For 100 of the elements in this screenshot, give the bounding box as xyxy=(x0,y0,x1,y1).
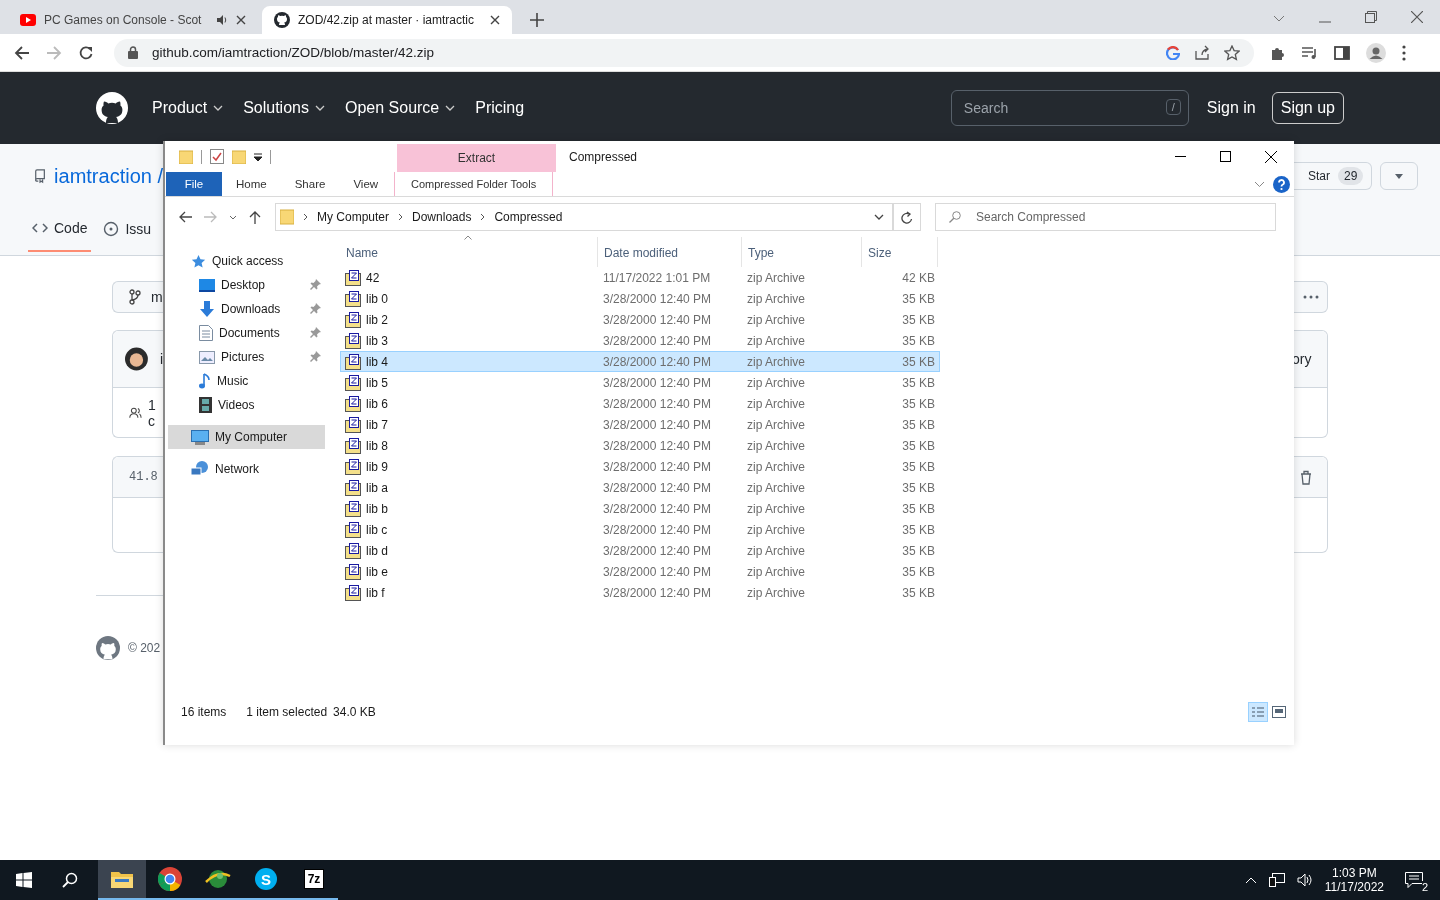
date-cell-text: 3/28/2000 12:40 PM xyxy=(602,375,713,390)
maximize-icon[interactable] xyxy=(1220,151,1231,162)
chevron-down-icon[interactable] xyxy=(229,214,237,220)
close-icon[interactable] xyxy=(490,15,500,25)
file-row[interactable]: lib 0 3/28/2000 12:40 PM zip Archive 35 KB xyxy=(340,288,940,309)
nav-item[interactable]: Pictures xyxy=(165,345,325,369)
back-icon[interactable] xyxy=(179,211,192,223)
close-icon[interactable] xyxy=(236,15,246,25)
restore-icon[interactable] xyxy=(1365,11,1377,23)
commit-author[interactable]: i xyxy=(159,351,163,367)
nav-item[interactable]: Music xyxy=(165,369,325,393)
address-field[interactable]: My Computer Downloads Compressed xyxy=(275,203,893,231)
menu-icon[interactable] xyxy=(1402,44,1406,61)
star-button[interactable]: Star 29 xyxy=(1292,162,1373,190)
pin-icon[interactable] xyxy=(310,279,321,290)
ribbon-tab[interactable]: Share xyxy=(280,172,340,196)
file-row[interactable]: lib 3 3/28/2000 12:40 PM zip Archive 35 KB xyxy=(340,330,940,351)
file-row[interactable]: 42 11/17/2022 1:01 PM zip Archive 42 KB xyxy=(340,267,940,288)
close-icon[interactable] xyxy=(1265,150,1277,163)
ribbon-tab[interactable]: Home xyxy=(222,172,281,196)
nav-link[interactable]: Pricing xyxy=(475,99,525,117)
caret-icon xyxy=(445,105,456,111)
notification-button[interactable]: 2 xyxy=(1394,860,1434,900)
breadcrumb[interactable]: Downloads xyxy=(412,210,472,224)
windows-start-icon[interactable] xyxy=(16,872,32,888)
github-logo-icon[interactable] xyxy=(96,92,128,124)
browser-tab[interactable]: ZOD/42.zip at master · iamtractic xyxy=(262,6,512,34)
media-list-icon[interactable] xyxy=(1302,45,1318,60)
large-icons-view-icon[interactable] xyxy=(1272,706,1286,718)
pin-icon[interactable] xyxy=(310,351,321,362)
help-icon[interactable] xyxy=(1273,175,1290,193)
column-header[interactable]: Name xyxy=(340,237,598,267)
star-icon[interactable] xyxy=(1224,44,1240,61)
file-row[interactable]: lib 6 3/28/2000 12:40 PM zip Archive 35 KB xyxy=(340,393,940,414)
file-row[interactable]: lib 7 3/28/2000 12:40 PM zip Archive 35 KB xyxy=(340,414,940,435)
speaker-icon[interactable] xyxy=(216,14,228,26)
network-icon[interactable] xyxy=(1268,873,1285,887)
dropdown-icon[interactable] xyxy=(254,152,262,161)
column-header[interactable]: Size xyxy=(862,237,938,267)
chevron-down-icon[interactable] xyxy=(874,214,884,220)
back-icon[interactable] xyxy=(14,44,30,61)
sign-up-button[interactable]: Sign up xyxy=(1271,92,1344,124)
branch-selector[interactable]: m xyxy=(112,281,163,313)
address-bar[interactable]: github.com/iamtraction/ZOD/blob/master/42.zip xyxy=(114,38,1254,67)
nav-link[interactable]: Product xyxy=(152,99,224,117)
refresh-button[interactable] xyxy=(893,203,921,231)
column-header[interactable]: Date modified xyxy=(598,237,742,267)
share-icon[interactable] xyxy=(1194,44,1210,61)
file-row[interactable]: lib a 3/28/2000 12:40 PM zip Archive 35 KB xyxy=(340,477,940,498)
taskbar-app[interactable]: 7z xyxy=(290,860,338,900)
file-name: lib 0 xyxy=(366,291,388,306)
profile-icon[interactable] xyxy=(1366,42,1386,63)
google-icon[interactable] xyxy=(1166,45,1180,60)
file-row[interactable]: lib 2 3/28/2000 12:40 PM zip Archive 35 KB xyxy=(340,309,940,330)
file-row[interactable]: lib f 3/28/2000 12:40 PM zip Archive 35 KB xyxy=(340,582,940,603)
file-row[interactable]: lib 4 3/28/2000 12:40 PM zip Archive 35 KB xyxy=(340,351,940,372)
star-dropdown[interactable] xyxy=(1380,162,1419,190)
pin-icon[interactable] xyxy=(310,303,321,314)
owner-link[interactable]: iamtraction / xyxy=(54,164,163,188)
column-header[interactable]: Type xyxy=(742,237,862,267)
clock-time[interactable]: 1:03 PM xyxy=(1332,866,1377,880)
repo-tab[interactable]: Code xyxy=(28,220,92,252)
nav-item[interactable]: Videos xyxy=(165,393,325,417)
date-cell-text: 3/28/2000 12:40 PM xyxy=(602,438,713,453)
ribbon-tab[interactable]: View xyxy=(339,172,393,196)
taskbar-app[interactable] xyxy=(98,860,146,900)
file-row[interactable]: lib b 3/28/2000 12:40 PM zip Archive 35 KB xyxy=(340,498,940,519)
side-panel-icon[interactable] xyxy=(1334,45,1350,60)
reload-icon[interactable] xyxy=(78,44,94,61)
up-icon[interactable] xyxy=(249,210,261,224)
nav-item[interactable]: My Computer xyxy=(168,425,325,449)
file-row[interactable]: lib e 3/28/2000 12:40 PM zip Archive 35 KB xyxy=(340,561,940,582)
file-row[interactable]: lib 8 3/28/2000 12:40 PM zip Archive 35 KB xyxy=(340,435,940,456)
nav-item[interactable]: Network xyxy=(165,457,325,481)
clock-date[interactable]: 11/17/2022 xyxy=(1324,880,1384,894)
file-row[interactable]: lib 9 3/28/2000 12:40 PM zip Archive 35 KB xyxy=(340,456,940,477)
nav-item[interactable]: Documents xyxy=(165,321,325,345)
browser-tab[interactable]: PC Games on Console - Scot xyxy=(8,6,258,34)
size-cell-text: 35 KB xyxy=(901,396,936,411)
file-row[interactable]: lib c 3/28/2000 12:40 PM zip Archive 35 KB xyxy=(340,519,940,540)
chevron-up-icon[interactable] xyxy=(1244,876,1257,884)
nav-item[interactable]: Downloads xyxy=(165,297,325,321)
file-tab[interactable]: File xyxy=(166,172,222,196)
breadcrumb[interactable]: My Computer xyxy=(317,210,390,224)
file-row[interactable]: lib 5 3/28/2000 12:40 PM zip Archive 35 KB xyxy=(340,372,940,393)
search-icon[interactable] xyxy=(62,872,78,888)
new-tab-icon[interactable] xyxy=(530,13,544,27)
nav-item[interactable]: Desktop xyxy=(165,273,325,297)
pin-icon[interactable] xyxy=(310,327,321,338)
file-row[interactable]: lib d 3/28/2000 12:40 PM zip Archive 35 KB xyxy=(340,540,940,561)
file-name: lib f xyxy=(366,585,385,600)
nav-item[interactable]: Quick access xyxy=(165,249,325,273)
properties-icon[interactable] xyxy=(210,149,224,164)
breadcrumb[interactable]: Compressed xyxy=(494,210,563,224)
repo-tab[interactable]: Issu xyxy=(99,220,156,252)
nav-link[interactable]: Open Source xyxy=(344,99,456,117)
nav-link[interactable]: Solutions xyxy=(243,99,325,117)
trash-icon[interactable] xyxy=(1300,469,1312,485)
sign-in-link[interactable]: Sign in xyxy=(1206,99,1256,117)
speaker-icon[interactable] xyxy=(1296,873,1313,887)
